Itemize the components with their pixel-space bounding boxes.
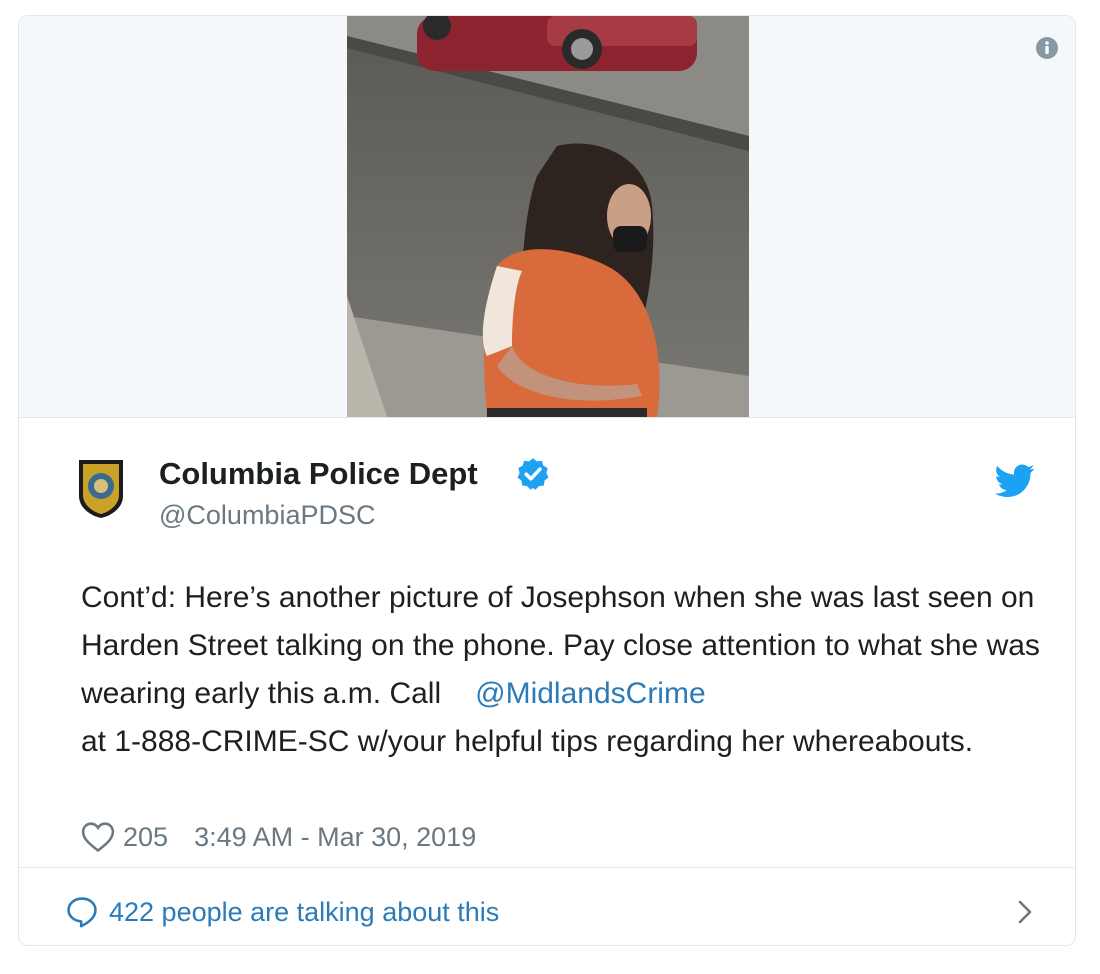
heart-icon[interactable] — [81, 821, 115, 853]
tweet-media — [19, 16, 1075, 418]
conversation-link[interactable]: 422 people are talking about this — [65, 892, 1037, 932]
footer-divider — [19, 867, 1075, 868]
like-count[interactable]: 205 — [123, 822, 168, 853]
conversation-label[interactable]: 422 people are talking about this — [109, 897, 499, 928]
verified-badge-icon — [517, 458, 549, 490]
author-handle[interactable]: @ColumbiaPDSC — [159, 500, 375, 531]
info-icon[interactable] — [1035, 36, 1059, 60]
tweet-photo[interactable] — [347, 16, 749, 417]
tweet-timestamp[interactable]: 3:49 AM - Mar 30, 2019 — [194, 822, 476, 853]
photo-illustration — [347, 16, 749, 417]
author-name[interactable]: Columbia Police Dept — [159, 456, 478, 492]
tweet-header: Columbia Police Dept @ColumbiaPDSC — [75, 456, 1055, 536]
tweet-meta: 205 3:49 AM - Mar 30, 2019 — [81, 819, 476, 855]
tweet-text-part-2: at 1-888-CRIME-SC w/your helpful tips re… — [81, 725, 974, 758]
chevron-right-icon[interactable] — [1013, 896, 1037, 928]
tweet-text: Cont’d: Here’s another picture of Joseph… — [81, 574, 1061, 766]
speech-bubble-icon — [67, 897, 97, 928]
avatar[interactable] — [75, 456, 127, 520]
embedded-tweet-card: Columbia Police Dept @ColumbiaPDSC Cont’… — [18, 15, 1076, 946]
twitter-bird-icon[interactable] — [995, 464, 1035, 498]
mention-link[interactable]: @MidlandsCrime — [475, 677, 706, 710]
